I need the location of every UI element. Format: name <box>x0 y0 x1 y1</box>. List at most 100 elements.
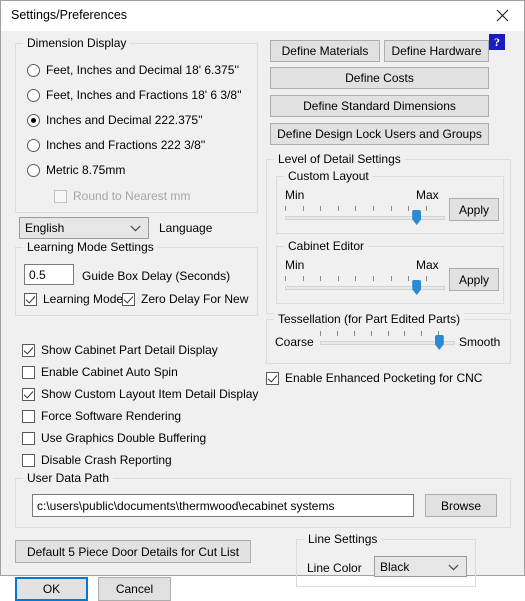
radio-indicator <box>27 164 40 177</box>
radio-label: Inches and Decimal 222.375'' <box>46 113 203 127</box>
checkbox-indicator <box>22 388 35 401</box>
slider-thumb[interactable] <box>434 335 444 350</box>
line-color-select[interactable]: Black <box>374 556 467 577</box>
tessellation-slider[interactable] <box>320 329 455 351</box>
radio-label: Feet, Inches and Fractions 18' 6 3/8'' <box>46 88 242 102</box>
define-design-lock-users-and-groups-button[interactable]: Define Design Lock Users and Groups <box>270 123 489 145</box>
radio-feet-inches-fractions[interactable]: Feet, Inches and Fractions 18' 6 3/8'' <box>27 89 242 102</box>
learning-mode-settings-group: Learning Mode Settings 0.5 Guide Box Del… <box>15 240 258 316</box>
checkbox-label: Zero Delay For New <box>141 292 249 306</box>
radio-label: Feet, Inches and Decimal 18' 6.375'' <box>46 63 239 77</box>
line-settings-group: Line Settings Line Color Black <box>296 532 476 587</box>
radio-metric[interactable]: Metric 8.75mm <box>27 164 125 177</box>
checkbox-zero-delay-for-new[interactable]: Zero Delay For New <box>122 293 248 306</box>
custom-layout-slider[interactable] <box>285 204 445 226</box>
checkbox-round-to-nearest-mm: Round to Nearest mm <box>54 190 190 203</box>
radio-indicator <box>27 64 40 77</box>
checkbox-learning-mode[interactable]: Learning Mode <box>24 293 123 306</box>
cancel-button[interactable]: Cancel <box>98 577 171 601</box>
level-of-detail-settings-group: Level of Detail Settings Custom Layout M… <box>266 152 511 314</box>
checkbox-label: Disable Crash Reporting <box>41 453 172 467</box>
browse-button[interactable]: Browse <box>425 494 497 517</box>
checkbox-indicator <box>54 190 67 203</box>
define-materials-button[interactable]: Define Materials <box>270 40 380 62</box>
checkbox-label: Use Graphics Double Buffering <box>41 431 207 445</box>
dialog-body: Dimension Display Feet, Inches and Decim… <box>1 31 524 601</box>
custom-layout-apply-button[interactable]: Apply <box>449 198 499 221</box>
checkbox-label: Learning Mode <box>43 292 124 306</box>
checkbox-indicator <box>266 372 279 385</box>
define-hardware-button[interactable]: Define Hardware <box>384 40 489 62</box>
radio-label: Metric 8.75mm <box>46 163 126 177</box>
tessellation-coarse-label: Coarse <box>275 335 314 349</box>
checkbox-indicator <box>22 344 35 357</box>
checkbox-show-custom-layout-item-detail-display[interactable]: Show Custom Layout Item Detail Display <box>22 388 258 401</box>
slider-thumb[interactable] <box>412 210 422 225</box>
cabinet-editor-slider[interactable] <box>285 274 445 296</box>
title-bar: Settings/Preferences <box>1 1 524 31</box>
settings-preferences-dialog: Settings/Preferences Dimension Display F… <box>0 0 525 601</box>
tessellation-group: Tessellation (for Part Edited Parts) Coa… <box>266 312 511 364</box>
user-data-path-group: User Data Path c:\users\public\documents… <box>15 471 511 528</box>
cabinet-editor-apply-button[interactable]: Apply <box>449 268 499 291</box>
level-of-detail-legend: Level of Detail Settings <box>274 152 405 166</box>
chevron-down-icon <box>130 221 141 235</box>
radio-indicator-selected <box>27 114 40 127</box>
checkbox-indicator <box>22 410 35 423</box>
slider-ticks <box>320 331 455 336</box>
default-5-piece-door-details-button[interactable]: Default 5 Piece Door Details for Cut Lis… <box>15 540 251 563</box>
line-settings-legend: Line Settings <box>304 532 382 546</box>
checkbox-label: Enable Enhanced Pocketing for CNC <box>285 371 483 385</box>
guide-box-delay-input[interactable]: 0.5 <box>24 264 74 285</box>
help-icon[interactable]: ? <box>489 34 505 50</box>
learning-mode-legend: Learning Mode Settings <box>23 240 158 254</box>
checkbox-indicator <box>22 366 35 379</box>
user-data-path-legend: User Data Path <box>23 471 114 485</box>
slider-ticks <box>285 276 445 281</box>
radio-inches-decimal[interactable]: Inches and Decimal 222.375'' <box>27 114 203 127</box>
checkbox-show-cabinet-part-detail-display[interactable]: Show Cabinet Part Detail Display <box>22 344 218 357</box>
dimension-display-legend: Dimension Display <box>23 36 131 50</box>
chevron-down-icon <box>448 560 459 574</box>
checkbox-label: Round to Nearest mm <box>73 189 191 203</box>
tessellation-legend: Tessellation (for Part Edited Parts) <box>274 312 465 326</box>
slider-track <box>320 341 455 345</box>
close-button[interactable] <box>480 1 524 30</box>
slider-ticks <box>285 206 445 211</box>
slider-thumb[interactable] <box>412 280 422 295</box>
custom-layout-max-label: Max <box>416 188 439 202</box>
ok-button[interactable]: OK <box>15 577 88 601</box>
close-icon <box>496 9 509 22</box>
define-costs-button[interactable]: Define Costs <box>270 67 489 89</box>
radio-indicator <box>27 139 40 152</box>
language-select[interactable]: English <box>19 217 149 239</box>
custom-layout-legend: Custom Layout <box>284 169 373 183</box>
radio-inches-fractions[interactable]: Inches and Fractions 222 3/8'' <box>27 139 205 152</box>
language-label: Language <box>159 221 213 235</box>
guide-box-delay-value: 0.5 <box>29 267 46 282</box>
line-color-label: Line Color <box>307 561 362 575</box>
checkbox-label: Show Custom Layout Item Detail Display <box>41 387 259 401</box>
radio-label: Inches and Fractions 222 3/8'' <box>46 138 206 152</box>
guide-box-delay-label: Guide Box Delay (Seconds) <box>82 269 231 283</box>
user-data-path-input[interactable]: c:\users\public\documents\thermwood\ecab… <box>32 494 414 517</box>
checkbox-enable-enhanced-pocketing-for-cnc[interactable]: Enable Enhanced Pocketing for CNC <box>266 372 482 385</box>
radio-indicator <box>27 89 40 102</box>
language-value: English <box>25 221 65 235</box>
custom-layout-min-label: Min <box>285 188 305 202</box>
checkbox-force-software-rendering[interactable]: Force Software Rendering <box>22 410 181 423</box>
cabinet-editor-min-label: Min <box>285 258 305 272</box>
checkbox-label: Force Software Rendering <box>41 409 182 423</box>
checkbox-indicator <box>24 293 37 306</box>
user-data-path-value: c:\users\public\documents\thermwood\ecab… <box>37 498 335 513</box>
checkbox-enable-cabinet-auto-spin[interactable]: Enable Cabinet Auto Spin <box>22 366 178 379</box>
checkbox-indicator <box>22 432 35 445</box>
checkbox-indicator <box>122 293 135 306</box>
line-color-value: Black <box>380 559 410 574</box>
checkbox-use-graphics-double-buffering[interactable]: Use Graphics Double Buffering <box>22 432 206 445</box>
checkbox-indicator <box>22 454 35 467</box>
define-standard-dimensions-button[interactable]: Define Standard Dimensions <box>270 95 489 117</box>
checkbox-disable-crash-reporting[interactable]: Disable Crash Reporting <box>22 454 172 467</box>
radio-feet-inches-decimal[interactable]: Feet, Inches and Decimal 18' 6.375'' <box>27 64 239 77</box>
cabinet-editor-group: Cabinet Editor Min Max Apply <box>276 239 504 304</box>
